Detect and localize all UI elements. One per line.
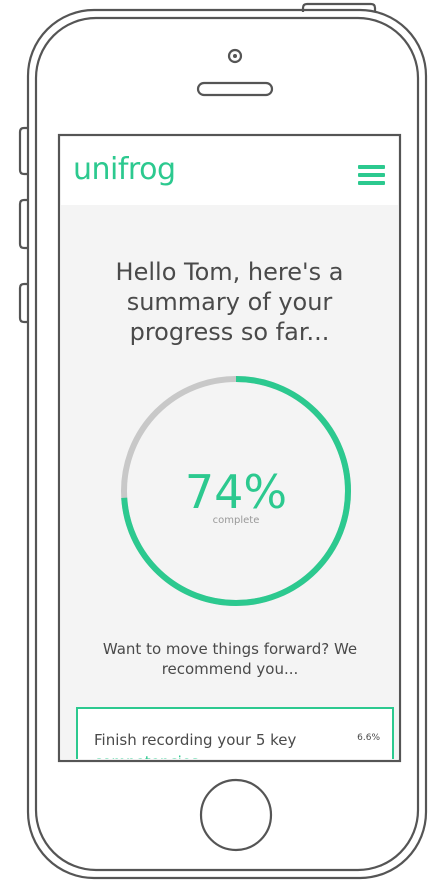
task-title-text: Finish recording your 5 key bbox=[94, 731, 297, 749]
mute-switch bbox=[18, 126, 28, 176]
app-header: unifrog bbox=[61, 137, 398, 205]
volume-up-button bbox=[18, 198, 28, 250]
progress-ring: 74% complete bbox=[121, 376, 351, 606]
app-screen: unifrog Hello Tom, here's a summary of y… bbox=[61, 137, 398, 759]
volume-down-button bbox=[18, 282, 28, 324]
task-title-highlight[interactable]: competencies bbox=[94, 753, 199, 759]
task-percent: 6.6% bbox=[357, 733, 380, 743]
task-title: Finish recording your 5 key competencies bbox=[94, 729, 344, 759]
recommended-task-card[interactable]: Finish recording your 5 key competencies… bbox=[76, 707, 394, 759]
hamburger-menu-icon[interactable] bbox=[358, 165, 385, 186]
greeting-heading: Hello Tom, here's a summary of your prog… bbox=[115, 258, 344, 346]
progress-caption: complete bbox=[213, 515, 260, 526]
home-button bbox=[199, 778, 273, 852]
unifrog-logo[interactable]: unifrog bbox=[73, 152, 176, 187]
progress-percent: 74% bbox=[185, 465, 287, 519]
speaker-grille bbox=[196, 81, 274, 97]
recommendation-intro: Want to move things forward? We recommen… bbox=[102, 640, 358, 678]
